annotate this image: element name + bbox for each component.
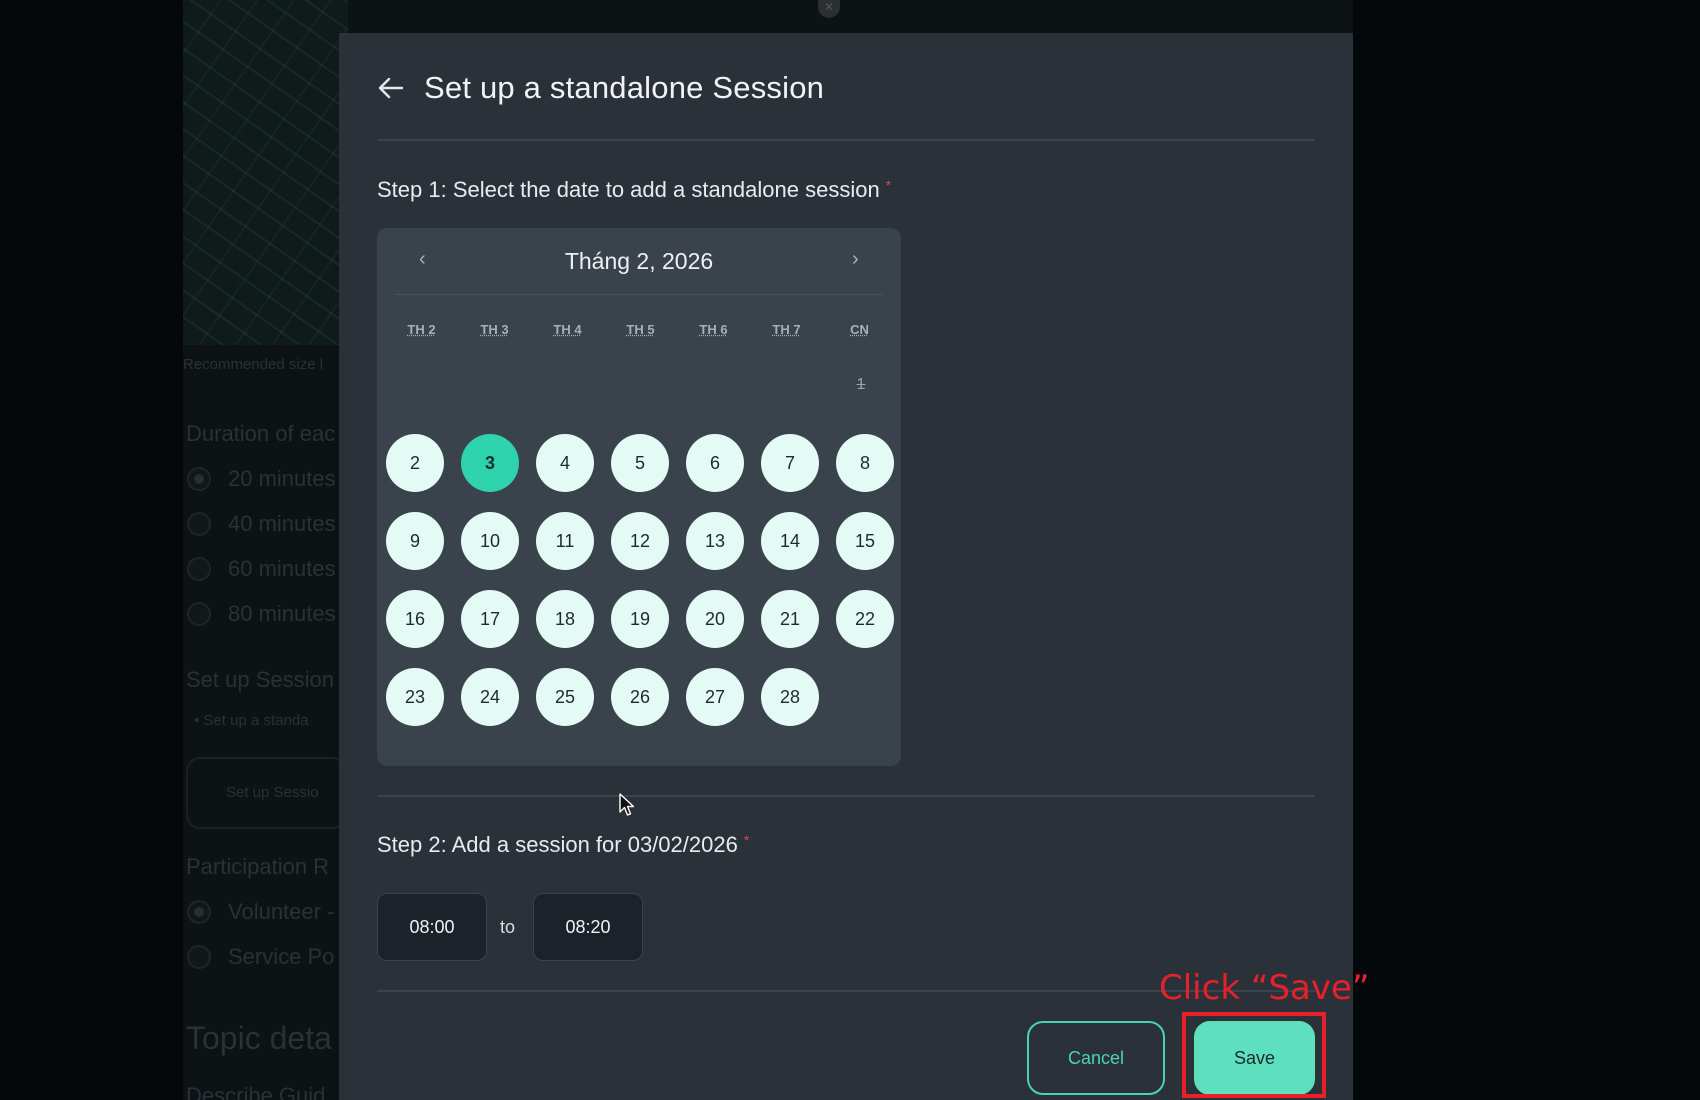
calendar-divider bbox=[395, 294, 883, 295]
calendar-day[interactable]: 24 bbox=[461, 668, 519, 726]
calendar-day[interactable]: 10 bbox=[461, 512, 519, 570]
duration-option-40: 40 minutes bbox=[228, 511, 336, 536]
calendar-day[interactable]: 17 bbox=[461, 590, 519, 648]
modal-title: Set up a standalone Session bbox=[424, 70, 825, 105]
calendar-day[interactable]: 9 bbox=[386, 512, 444, 570]
calendar-day[interactable]: 8 bbox=[836, 434, 894, 492]
calendar-day[interactable]: 4 bbox=[536, 434, 594, 492]
setup-session-button-label: Set up Sessio bbox=[226, 784, 319, 801]
calendar-day[interactable]: 6 bbox=[686, 434, 744, 492]
header-divider bbox=[377, 139, 1315, 141]
calendar-day[interactable]: 21 bbox=[761, 590, 819, 648]
duration-radio-60[interactable] bbox=[187, 557, 211, 581]
mouse-cursor-icon bbox=[619, 793, 635, 816]
annotation-highlight-box bbox=[1182, 1012, 1326, 1098]
calendar-day[interactable]: 20 bbox=[686, 590, 744, 648]
weekday-th6: TH 6 bbox=[699, 322, 728, 337]
weekday-th5: TH 5 bbox=[626, 322, 655, 337]
calendar-day-selected[interactable]: 3 bbox=[461, 434, 519, 492]
step1-text: Step 1: Select the date to add a standal… bbox=[377, 177, 880, 202]
next-month-button[interactable]: › bbox=[852, 248, 859, 271]
step1-label: Step 1: Select the date to add a standal… bbox=[377, 177, 891, 203]
session-bullet: • Set up a standa bbox=[194, 712, 309, 729]
topic-heading: Topic deta bbox=[186, 1020, 332, 1056]
weekday-th2: TH 2 bbox=[407, 322, 436, 337]
calendar-day[interactable]: 18 bbox=[536, 590, 594, 648]
setup-session-button[interactable]: Set up Sessio bbox=[186, 757, 346, 829]
weekday-cn: CN bbox=[850, 322, 869, 337]
weekday-th3: TH 3 bbox=[480, 322, 509, 337]
calendar-day[interactable]: 19 bbox=[611, 590, 669, 648]
weekday-th7: TH 7 bbox=[772, 322, 801, 337]
calendar-day[interactable]: 28 bbox=[761, 668, 819, 726]
participation-radio-service[interactable] bbox=[187, 945, 211, 969]
duration-option-60: 60 minutes bbox=[228, 556, 336, 581]
duration-option-80: 80 minutes bbox=[228, 601, 336, 626]
participation-heading: Participation R bbox=[186, 854, 330, 879]
background-banner-image bbox=[183, 0, 348, 345]
calendar-day[interactable]: 12 bbox=[611, 512, 669, 570]
step2-text: Step 2: Add a session for 03/02/2026 bbox=[377, 832, 738, 857]
calendar-day[interactable]: 11 bbox=[536, 512, 594, 570]
calendar-day[interactable]: 7 bbox=[761, 434, 819, 492]
annotation-instruction: Click “Save” bbox=[1159, 968, 1370, 1008]
recommended-size-text: Recommended size l bbox=[183, 356, 324, 373]
calendar-day[interactable]: 16 bbox=[386, 590, 444, 648]
calendar-day[interactable]: 23 bbox=[386, 668, 444, 726]
start-time-input[interactable]: 08:00 bbox=[377, 893, 487, 961]
time-separator: to bbox=[500, 917, 516, 937]
calendar-day[interactable]: 14 bbox=[761, 512, 819, 570]
arrow-left-icon[interactable] bbox=[377, 74, 405, 102]
participation-option-volunteer: Volunteer - bbox=[228, 899, 335, 924]
required-mark: * bbox=[885, 177, 892, 193]
standalone-session-modal: Set up a standalone Session Step 1: Sele… bbox=[339, 33, 1353, 1100]
duration-heading: Duration of eac bbox=[186, 421, 336, 446]
duration-radio-40[interactable] bbox=[187, 512, 211, 536]
calendar-day[interactable]: 22 bbox=[836, 590, 894, 648]
date-calendar: ‹ Tháng 2, 2026 › TH 2 TH 3 TH 4 TH 5 TH… bbox=[377, 228, 901, 766]
calendar-day[interactable]: 2 bbox=[386, 434, 444, 492]
participation-option-service: Service Po bbox=[228, 944, 335, 969]
required-mark: * bbox=[743, 832, 750, 848]
modal-header: Set up a standalone Session bbox=[377, 67, 824, 109]
describe-label: Describe Guid bbox=[186, 1083, 326, 1100]
calendar-day[interactable]: 25 bbox=[536, 668, 594, 726]
step2-label: Step 2: Add a session for 03/02/2026 * bbox=[377, 832, 749, 858]
calendar-day-disabled: 1 bbox=[856, 376, 866, 393]
weekday-th4: TH 4 bbox=[553, 322, 582, 337]
calendar-day[interactable]: 27 bbox=[686, 668, 744, 726]
participation-radio-volunteer[interactable] bbox=[187, 900, 211, 924]
calendar-day[interactable]: 13 bbox=[686, 512, 744, 570]
calendar-month-label: Tháng 2, 2026 bbox=[564, 248, 714, 274]
calendar-day[interactable]: 15 bbox=[836, 512, 894, 570]
end-time-input[interactable]: 08:20 bbox=[533, 893, 643, 961]
duration-radio-80[interactable] bbox=[187, 602, 211, 626]
session-heading: Set up Session bbox=[186, 667, 334, 692]
duration-option-20: 20 minutes bbox=[228, 466, 336, 491]
cancel-button[interactable]: Cancel bbox=[1027, 1021, 1165, 1095]
calendar-day[interactable]: 5 bbox=[611, 434, 669, 492]
calendar-divider-bottom bbox=[377, 795, 1315, 797]
calendar-day[interactable]: 26 bbox=[611, 668, 669, 726]
duration-radio-20[interactable] bbox=[187, 467, 211, 491]
